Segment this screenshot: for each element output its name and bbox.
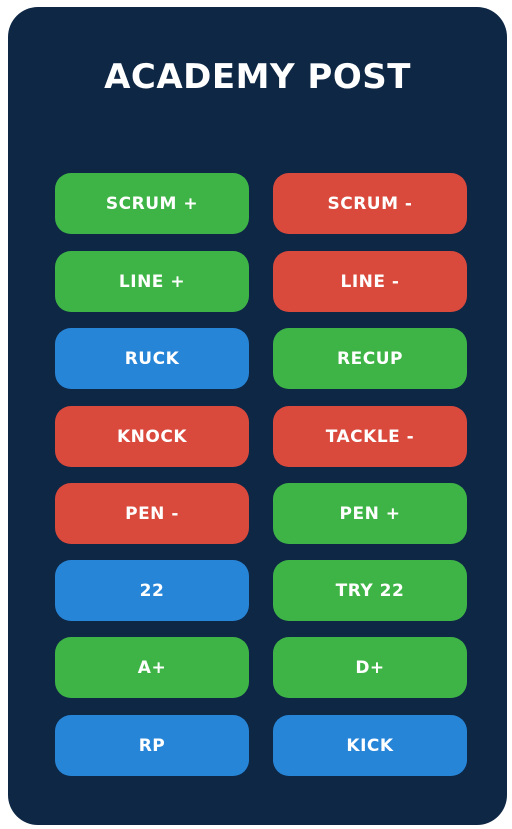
pen-minus-button[interactable]: PEN - — [55, 483, 249, 544]
recup-button[interactable]: RECUP — [273, 328, 467, 389]
kick-button[interactable]: KICK — [273, 715, 467, 776]
academy-post-panel: ACADEMY POST SCRUM + SCRUM - LINE + LINE… — [8, 7, 507, 825]
ruck-button[interactable]: RUCK — [55, 328, 249, 389]
rp-button[interactable]: RP — [55, 715, 249, 776]
d-plus-button[interactable]: D+ — [273, 637, 467, 698]
line-minus-button[interactable]: LINE - — [273, 251, 467, 312]
scrum-plus-button[interactable]: SCRUM + — [55, 173, 249, 234]
pen-plus-button[interactable]: PEN + — [273, 483, 467, 544]
tackle-minus-button[interactable]: TACKLE - — [273, 406, 467, 467]
a-plus-button[interactable]: A+ — [55, 637, 249, 698]
line-plus-button[interactable]: LINE + — [55, 251, 249, 312]
scrum-minus-button[interactable]: SCRUM - — [273, 173, 467, 234]
knock-button[interactable]: KNOCK — [55, 406, 249, 467]
panel-title: ACADEMY POST — [104, 57, 411, 97]
try-22-button[interactable]: TRY 22 — [273, 560, 467, 621]
twenty-two-button[interactable]: 22 — [55, 560, 249, 621]
